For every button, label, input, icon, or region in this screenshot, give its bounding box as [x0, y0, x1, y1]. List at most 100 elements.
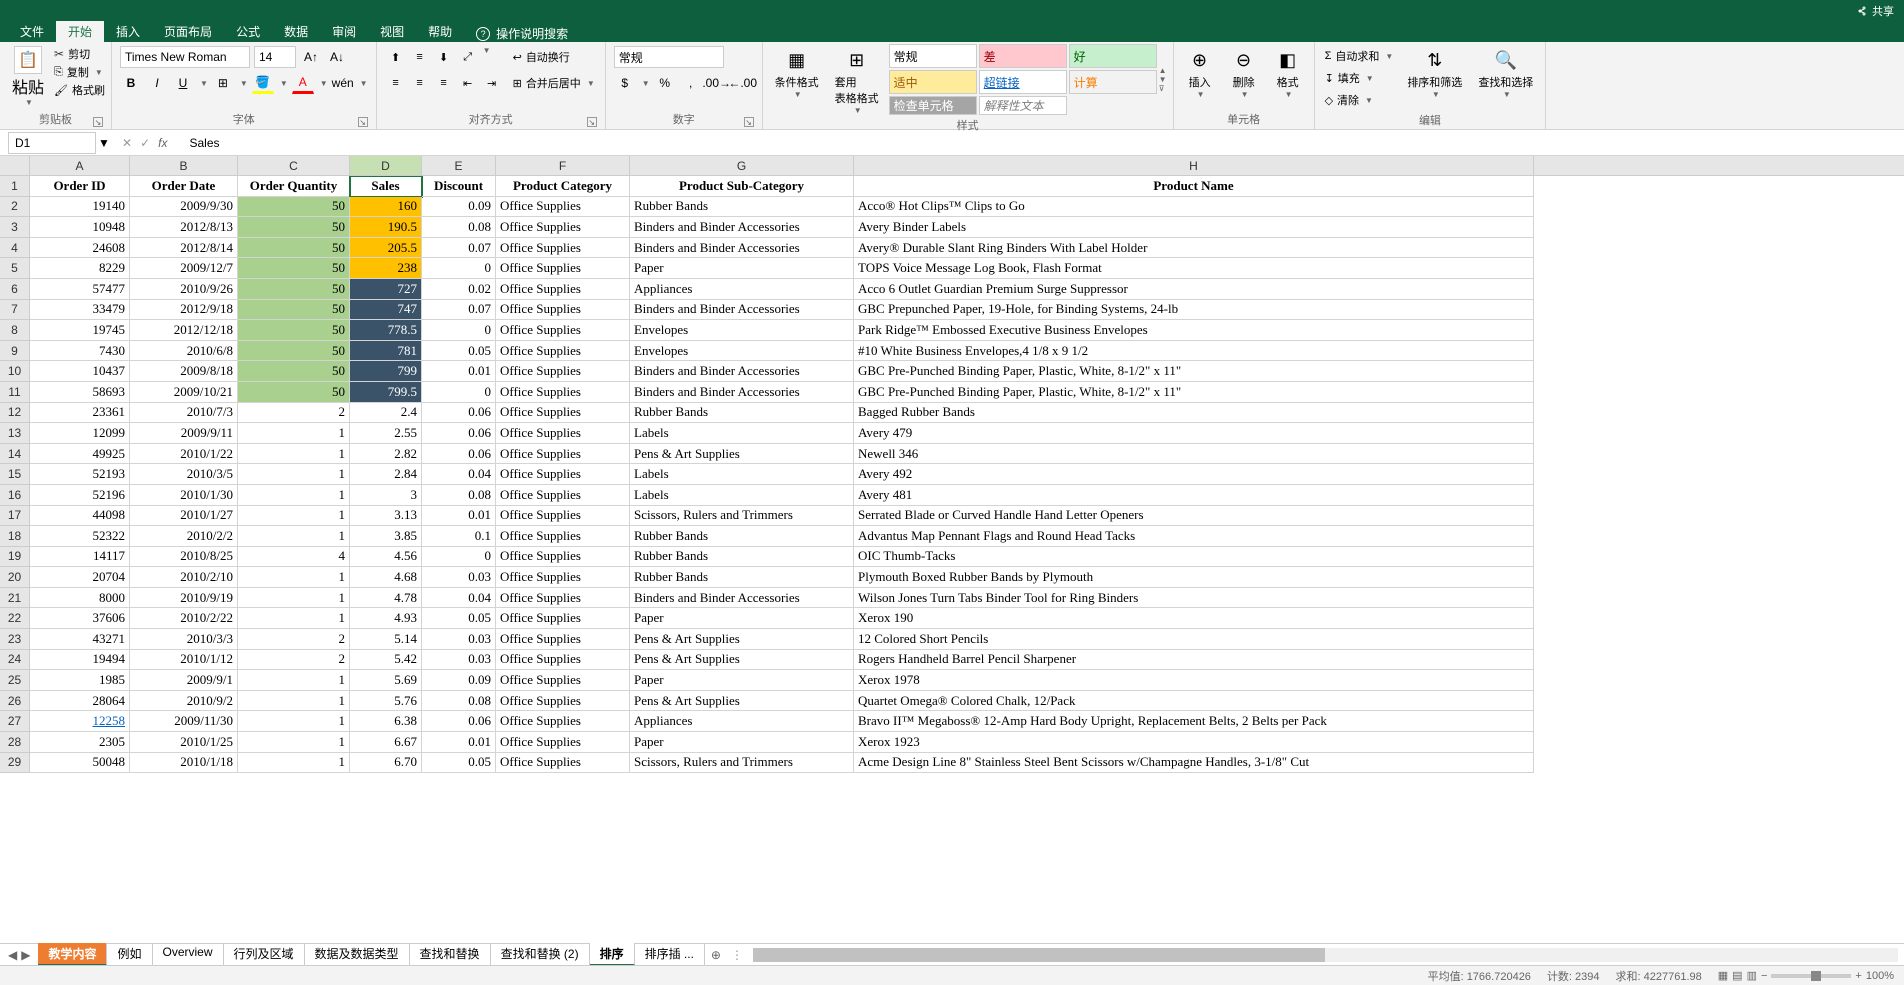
col-header-B[interactable]: B	[130, 156, 238, 175]
format-cells-button[interactable]: ◧格式▼	[1268, 44, 1308, 101]
cell[interactable]: 0	[422, 547, 496, 568]
row-header-12[interactable]: 12	[0, 403, 30, 424]
cell[interactable]: 2009/9/11	[130, 423, 238, 444]
cell[interactable]: 10948	[30, 217, 130, 238]
cell[interactable]: 12258	[30, 711, 130, 732]
cell[interactable]: Labels	[630, 423, 854, 444]
cell[interactable]: 2012/9/18	[130, 300, 238, 321]
cell[interactable]: 0.06	[422, 711, 496, 732]
row-header-9[interactable]: 9	[0, 341, 30, 362]
cell[interactable]: Envelopes	[630, 341, 854, 362]
cell[interactable]: Office Supplies	[496, 732, 630, 753]
align-top-button[interactable]: ⬆	[385, 46, 407, 68]
row-header-5[interactable]: 5	[0, 258, 30, 279]
cell[interactable]: 0.09	[422, 197, 496, 218]
cell[interactable]: 58693	[30, 382, 130, 403]
cell[interactable]: 0.07	[422, 300, 496, 321]
cell[interactable]: 2.82	[350, 444, 422, 465]
cell[interactable]: Office Supplies	[496, 341, 630, 362]
row-header-17[interactable]: 17	[0, 506, 30, 527]
cell[interactable]: GBC Prepunched Paper, 19-Hole, for Bindi…	[854, 300, 1534, 321]
sheet-tab-2[interactable]: Overview	[153, 943, 224, 966]
cell[interactable]: Paper	[630, 258, 854, 279]
cell[interactable]: 6.38	[350, 711, 422, 732]
row-header-16[interactable]: 16	[0, 485, 30, 506]
menu-tab-帮助[interactable]: 帮助	[416, 21, 464, 42]
cell[interactable]: Office Supplies	[496, 650, 630, 671]
help-icon[interactable]: ?	[476, 27, 490, 41]
cell[interactable]: 0.04	[422, 588, 496, 609]
cell[interactable]: Office Supplies	[496, 711, 630, 732]
header-cell[interactable]: Product Sub-Category	[630, 176, 854, 197]
style-check[interactable]: 检查单元格	[889, 96, 977, 115]
delete-cells-button[interactable]: ⊖删除▼	[1224, 44, 1264, 101]
cell[interactable]: 3.85	[350, 526, 422, 547]
menu-tab-数据[interactable]: 数据	[272, 21, 320, 42]
row-header-29[interactable]: 29	[0, 753, 30, 774]
underline-button[interactable]: U	[172, 72, 194, 94]
cell[interactable]: Pens & Art Supplies	[630, 650, 854, 671]
cell[interactable]: 8229	[30, 258, 130, 279]
sheet-tab-8[interactable]: 排序插 ...	[635, 943, 705, 966]
cell[interactable]: 205.5	[350, 238, 422, 259]
cell[interactable]: Xerox 1978	[854, 670, 1534, 691]
align-bottom-button[interactable]: ⬇	[433, 46, 455, 68]
cell[interactable]: 33479	[30, 300, 130, 321]
cell[interactable]: 2010/1/18	[130, 753, 238, 774]
cell[interactable]: Binders and Binder Accessories	[630, 382, 854, 403]
cell[interactable]: GBC Pre-Punched Binding Paper, Plastic, …	[854, 361, 1534, 382]
cell[interactable]: 1	[238, 670, 350, 691]
cell[interactable]: 2009/8/18	[130, 361, 238, 382]
row-header-3[interactable]: 3	[0, 217, 30, 238]
sheet-tab-7[interactable]: 排序	[590, 943, 635, 966]
merge-center-button[interactable]: ⊞合并后居中▼	[513, 72, 595, 94]
row-header-11[interactable]: 11	[0, 382, 30, 403]
cell[interactable]: 2012/8/13	[130, 217, 238, 238]
cell[interactable]: Rogers Handheld Barrel Pencil Sharpener	[854, 650, 1534, 671]
cell[interactable]: Office Supplies	[496, 567, 630, 588]
cell[interactable]: 19494	[30, 650, 130, 671]
cell[interactable]: 0.03	[422, 650, 496, 671]
clipboard-launcher[interactable]: ↘	[93, 117, 103, 127]
cell[interactable]: 160	[350, 197, 422, 218]
add-sheet-button[interactable]: ⊕	[705, 948, 727, 962]
cell[interactable]: 28064	[30, 691, 130, 712]
cell[interactable]: 2010/1/25	[130, 732, 238, 753]
percent-button[interactable]: %	[654, 72, 676, 94]
cell[interactable]: 2010/1/12	[130, 650, 238, 671]
cell[interactable]: 0.01	[422, 506, 496, 527]
cell[interactable]: 2009/12/7	[130, 258, 238, 279]
styles-up-icon[interactable]: ▲	[1159, 66, 1167, 75]
cell[interactable]: 0.1	[422, 526, 496, 547]
menu-tab-开始[interactable]: 开始	[56, 21, 104, 42]
cell[interactable]: 727	[350, 279, 422, 300]
cell[interactable]: 8000	[30, 588, 130, 609]
cell[interactable]: 50	[238, 320, 350, 341]
zoom-slider[interactable]	[1771, 974, 1851, 978]
align-middle-button[interactable]: ≡	[409, 46, 431, 68]
row-header-27[interactable]: 27	[0, 711, 30, 732]
cell[interactable]: 0.08	[422, 217, 496, 238]
menu-tab-页面布局[interactable]: 页面布局	[152, 21, 224, 42]
cell[interactable]: 24608	[30, 238, 130, 259]
cell[interactable]: 0.05	[422, 753, 496, 774]
align-left-button[interactable]: ≡	[385, 72, 407, 94]
cell[interactable]: Pens & Art Supplies	[630, 691, 854, 712]
row-header-13[interactable]: 13	[0, 423, 30, 444]
cell[interactable]: Serrated Blade or Curved Handle Hand Let…	[854, 506, 1534, 527]
cell[interactable]: Office Supplies	[496, 320, 630, 341]
number-launcher[interactable]: ↘	[744, 117, 754, 127]
cell[interactable]: Avery 492	[854, 464, 1534, 485]
row-header-24[interactable]: 24	[0, 650, 30, 671]
cell[interactable]: 0	[422, 382, 496, 403]
cell[interactable]: 0.07	[422, 238, 496, 259]
cell[interactable]: 2012/8/14	[130, 238, 238, 259]
cell[interactable]: 1	[238, 753, 350, 774]
cell[interactable]: 4	[238, 547, 350, 568]
cell[interactable]: 0.05	[422, 608, 496, 629]
cell[interactable]: 0.03	[422, 629, 496, 650]
cell[interactable]: 1	[238, 588, 350, 609]
cell[interactable]: 50	[238, 382, 350, 403]
cell[interactable]: Office Supplies	[496, 382, 630, 403]
cell[interactable]: 10437	[30, 361, 130, 382]
